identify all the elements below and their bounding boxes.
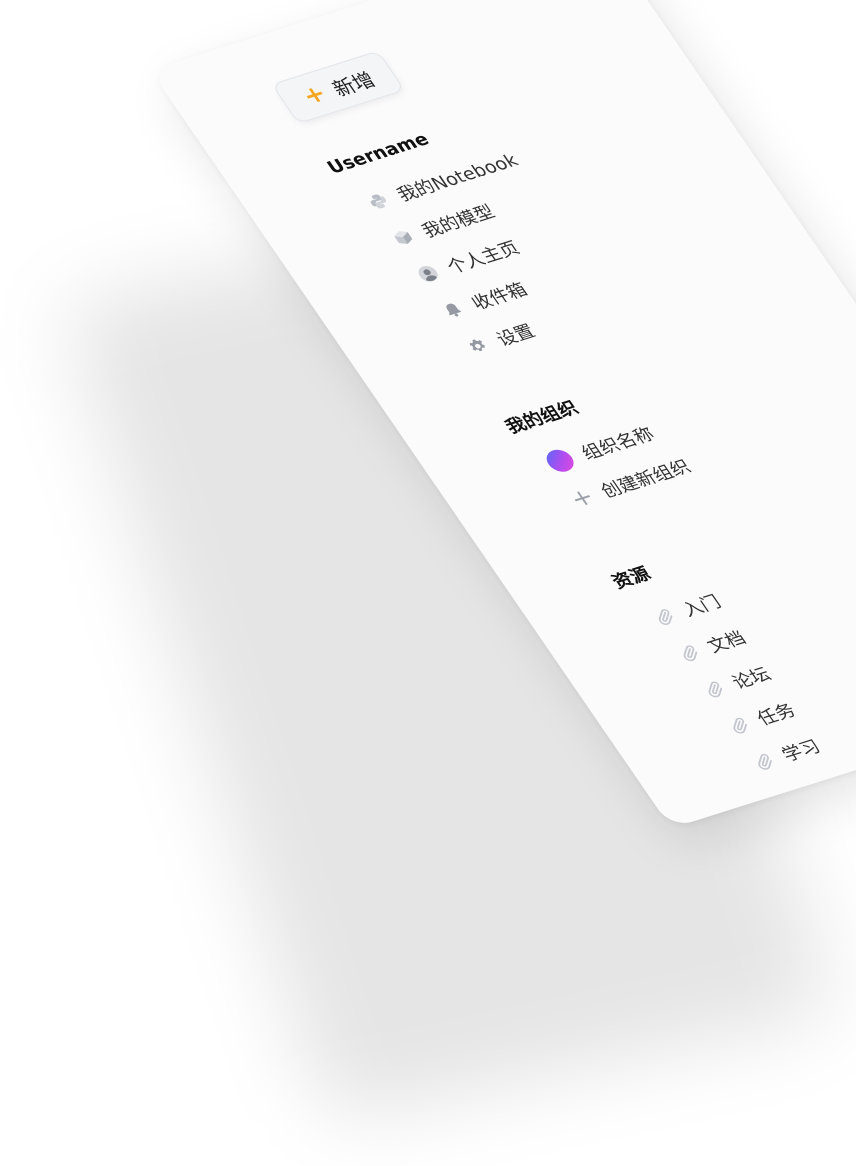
resource-link-label: 入门 — [678, 591, 726, 621]
paperclip-icon — [650, 606, 678, 627]
paperclip-icon — [749, 751, 777, 772]
stage: + 新增 Username 我的Notebook 我的模型 个人主页 收件箱 设… — [0, 0, 856, 1166]
user-avatar-icon — [414, 263, 442, 284]
paperclip-icon — [725, 715, 753, 736]
cube-icon — [389, 227, 417, 248]
plus-icon: + — [296, 79, 333, 110]
plus-icon: + — [564, 482, 601, 513]
resource-link-label: 论坛 — [728, 664, 776, 694]
paperclip-icon — [675, 643, 703, 664]
resource-link-label: 学习 — [778, 736, 825, 766]
resource-link-label: 文档 — [703, 628, 751, 658]
sidebar-item-label: 设置 — [492, 321, 540, 351]
bell-icon — [439, 300, 467, 321]
new-button-label: 新增 — [327, 67, 380, 101]
gear-icon — [464, 336, 492, 357]
resource-link-label: 任务 — [753, 700, 800, 730]
new-button[interactable]: + 新增 — [271, 50, 406, 124]
org-avatar-icon — [541, 446, 579, 475]
paperclip-icon — [700, 679, 728, 700]
python-icon — [364, 191, 392, 212]
